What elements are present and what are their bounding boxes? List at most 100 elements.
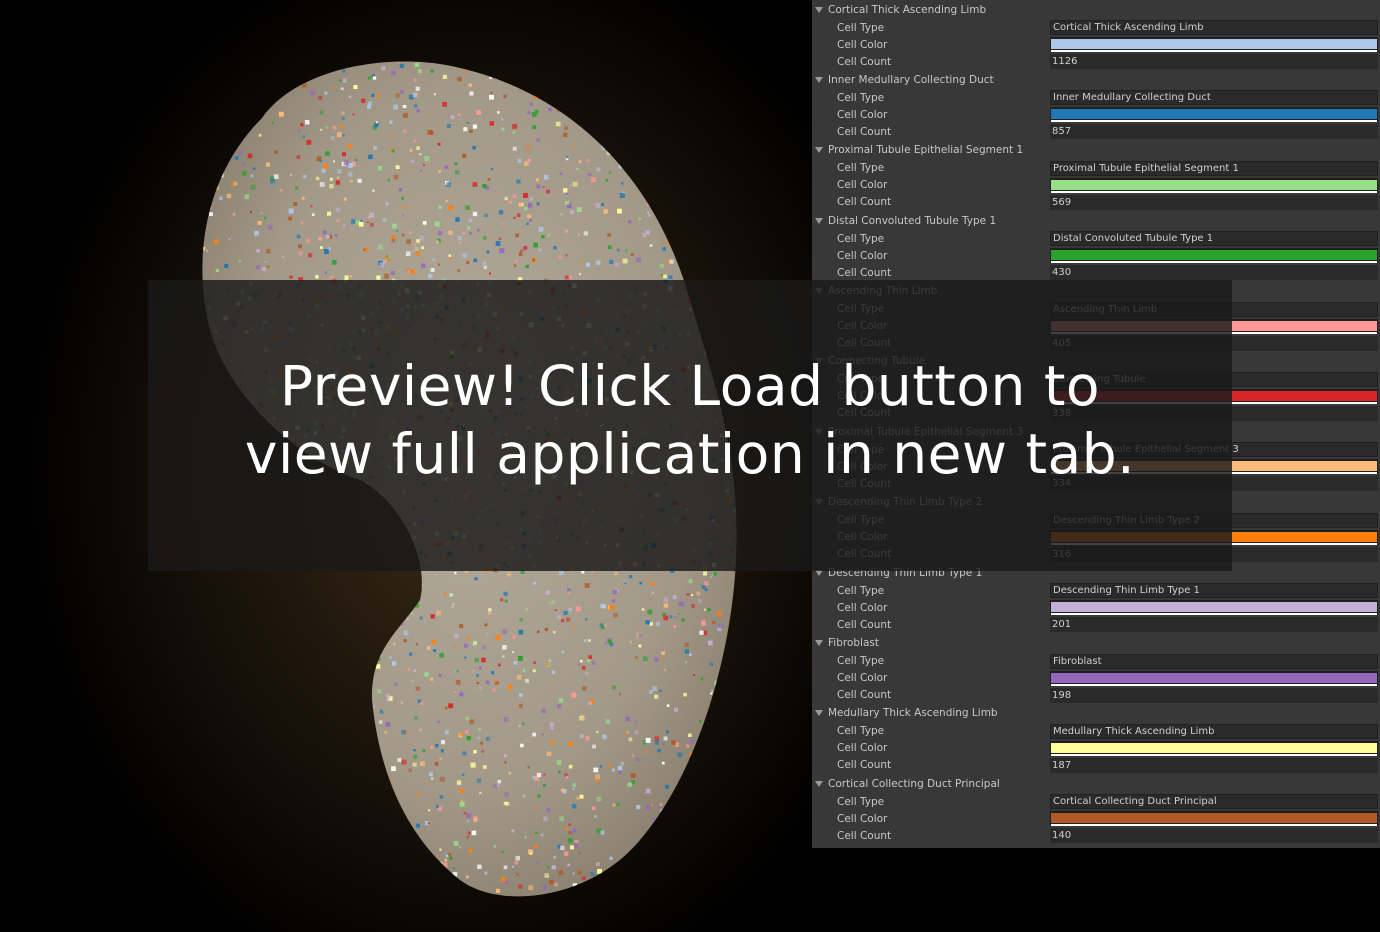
section-header[interactable]: Inner Medullary Collecting Duct — [812, 71, 1380, 88]
cell-type-field[interactable]: Descending Thin Limb Type 1 — [1050, 583, 1378, 599]
cell-dot — [669, 212, 672, 216]
cell-type-field[interactable]: Fibroblast — [1050, 653, 1378, 669]
cell-dot — [240, 585, 245, 591]
cell-dot — [572, 872, 575, 875]
cell-dot — [422, 221, 427, 225]
cell-dot — [454, 162, 458, 165]
cell-dot — [418, 235, 424, 241]
cell-count-field[interactable]: 569 — [1050, 194, 1378, 210]
cell-dot — [206, 249, 209, 253]
cell-dot — [206, 761, 212, 767]
cell-color-row: Cell Color — [812, 36, 1380, 53]
cell-dot — [493, 784, 498, 789]
cell-dot — [670, 91, 676, 97]
section-header[interactable]: Cortical Collecting Duct Principal — [812, 775, 1380, 792]
cell-dot — [558, 698, 564, 703]
foldout-arrow-icon[interactable] — [815, 6, 823, 13]
cell-dot — [384, 273, 389, 279]
cell-type-field[interactable]: Cortical Collecting Duct Principal — [1050, 794, 1378, 810]
cell-dot — [704, 763, 707, 766]
cell-dot — [665, 232, 671, 238]
section-header[interactable]: Cortical Thick Ascending Limb — [812, 1, 1380, 18]
cell-dot — [715, 160, 719, 164]
cell-dot — [702, 219, 705, 222]
cell-dot — [334, 234, 338, 237]
cell-dot — [430, 614, 435, 619]
section-header[interactable]: Fibroblast — [812, 635, 1380, 652]
foldout-arrow-icon[interactable] — [815, 147, 823, 154]
cell-dot — [229, 97, 233, 102]
cell-dot — [666, 704, 670, 707]
foldout-arrow-icon[interactable] — [815, 780, 823, 787]
cell-dot — [232, 134, 237, 139]
cell-count-field[interactable]: 201 — [1050, 617, 1378, 633]
cell-color-field[interactable] — [1050, 37, 1378, 52]
cell-color-field[interactable] — [1050, 248, 1378, 264]
cell-dot — [369, 212, 375, 218]
cell-dot — [536, 184, 541, 189]
cell-dot — [448, 254, 451, 257]
cell-count-field[interactable]: 198 — [1050, 687, 1378, 703]
cell-dot — [735, 266, 737, 272]
cell-color-field[interactable] — [1050, 600, 1378, 616]
cell-color-field[interactable] — [1050, 177, 1378, 193]
cell-dot — [272, 801, 276, 805]
cell-dot — [439, 653, 444, 658]
cell-dot — [550, 726, 554, 730]
cell-dot — [202, 172, 204, 176]
cell-dot — [541, 95, 546, 100]
cell-dot — [464, 730, 469, 735]
cell-type-field[interactable]: Distal Convoluted Tubule Type 1 — [1050, 231, 1378, 247]
cell-dot — [327, 722, 332, 728]
cell-dot — [684, 883, 687, 886]
cell-dot — [533, 242, 538, 248]
cell-dot — [422, 749, 426, 752]
cell-dot — [444, 165, 448, 169]
cell-dot — [676, 862, 681, 867]
cell-type-field[interactable]: Cortical Thick Ascending Limb — [1050, 20, 1378, 35]
cell-dot — [241, 597, 246, 601]
foldout-arrow-icon[interactable] — [815, 710, 823, 717]
cell-dot — [414, 716, 418, 720]
cell-type-field[interactable]: Proximal Tubule Epithelial Segment 1 — [1050, 160, 1378, 176]
section-header[interactable]: Medullary Thick Ascending Limb — [812, 705, 1380, 722]
cell-dot — [714, 119, 718, 123]
cell-dot — [637, 907, 641, 911]
cell-type-field[interactable]: Medullary Thick Ascending Limb — [1050, 723, 1378, 739]
cell-dot — [634, 730, 639, 735]
cell-dot — [207, 206, 212, 210]
cell-count-field[interactable]: 430 — [1050, 265, 1378, 281]
cell-dot — [696, 591, 701, 596]
cell-dot — [369, 830, 374, 835]
cell-dot — [626, 731, 629, 734]
section-header[interactable]: Distal Convoluted Tubule Type 1 — [812, 212, 1380, 229]
cell-color-field[interactable] — [1050, 107, 1378, 123]
cell-count-field[interactable]: 1126 — [1050, 54, 1378, 69]
foldout-arrow-icon[interactable] — [815, 76, 823, 83]
cell-count-field[interactable]: 140 — [1050, 828, 1378, 844]
cell-color-field[interactable] — [1050, 811, 1378, 827]
cell-color-field[interactable] — [1050, 740, 1378, 756]
cell-dot — [396, 61, 400, 63]
cell-dot — [713, 243, 719, 249]
section-header[interactable]: Proximal Tubule Epithelial Segment 1 — [812, 142, 1380, 159]
cell-dot — [527, 111, 530, 114]
cell-count-field[interactable]: 857 — [1050, 124, 1378, 140]
cell-dot — [534, 109, 539, 114]
cell-dot — [701, 209, 705, 213]
cell-color-field[interactable] — [1050, 670, 1378, 686]
cell-dot — [231, 795, 235, 798]
cell-dot — [646, 108, 650, 112]
cell-dot — [612, 803, 616, 807]
cell-type-field[interactable]: Inner Medullary Collecting Duct — [1050, 90, 1378, 106]
cell-dot — [384, 894, 388, 897]
cell-dot — [273, 174, 279, 179]
cell-dot — [225, 659, 230, 664]
foldout-arrow-icon[interactable] — [815, 217, 823, 224]
cell-dot — [371, 596, 376, 602]
cell-dot — [307, 789, 311, 793]
foldout-arrow-icon[interactable] — [815, 640, 823, 647]
cell-count-field[interactable]: 187 — [1050, 757, 1378, 773]
cell-dot — [215, 186, 220, 191]
cell-type-row: Cell Type Distal Convoluted Tubule Type 1 — [812, 230, 1380, 247]
